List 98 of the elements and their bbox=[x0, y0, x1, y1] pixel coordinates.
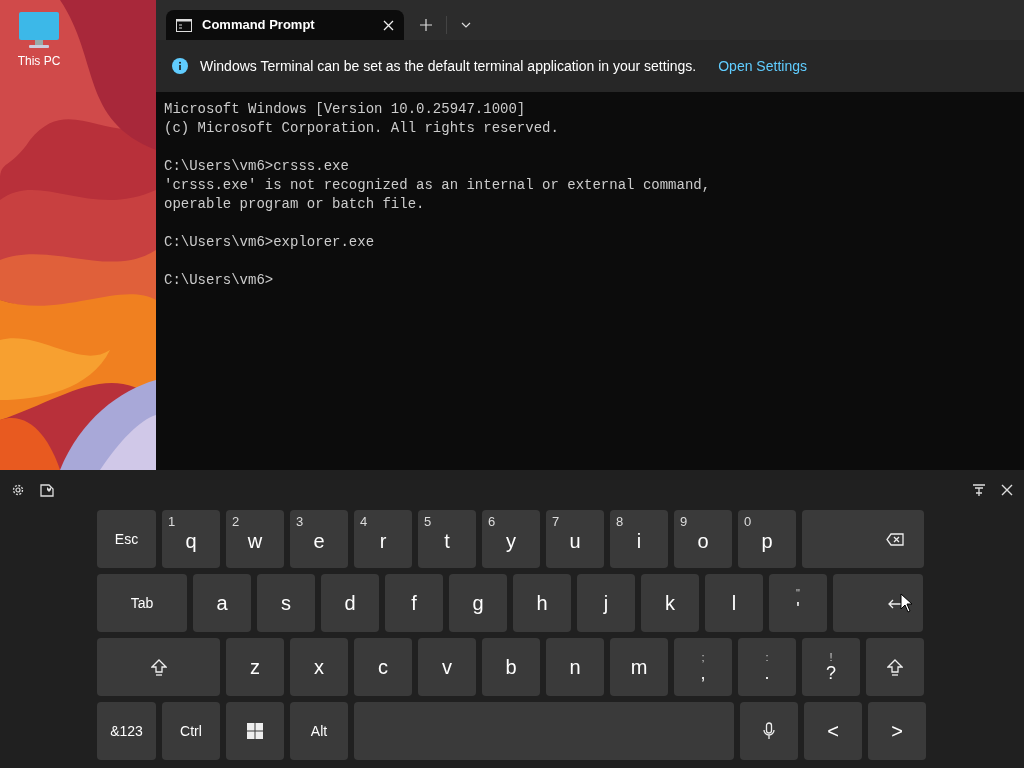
shift-icon bbox=[150, 658, 167, 676]
key-label: o bbox=[697, 529, 709, 554]
key-label: i bbox=[636, 529, 642, 554]
key[interactable]: 4 r bbox=[354, 510, 412, 568]
key[interactable]: 0 p bbox=[738, 510, 796, 568]
key[interactable]: 9 o bbox=[674, 510, 732, 568]
key[interactable]: 2 w bbox=[226, 510, 284, 568]
dropdown-icon[interactable] bbox=[461, 22, 471, 28]
key[interactable]: 7 u bbox=[546, 510, 604, 568]
key[interactable]: k bbox=[641, 574, 699, 632]
close-icon[interactable] bbox=[1001, 484, 1013, 496]
key[interactable]: a bbox=[193, 574, 251, 632]
key-hint: " bbox=[796, 587, 800, 599]
key[interactable]: z bbox=[226, 638, 284, 696]
key[interactable]: 1 q bbox=[162, 510, 220, 568]
key-label: u bbox=[569, 529, 581, 554]
key-hint: 8 bbox=[616, 513, 624, 531]
key[interactable]: &123 bbox=[97, 702, 156, 760]
key[interactable]: n bbox=[546, 638, 604, 696]
console-line: (c) Microsoft Corporation. All rights reserved. bbox=[164, 119, 559, 138]
add-tab-icon[interactable] bbox=[420, 19, 432, 31]
key-hint: 3 bbox=[296, 513, 304, 531]
key[interactable]: Ctrl bbox=[162, 702, 220, 760]
key-hint: 7 bbox=[552, 513, 560, 531]
key[interactable]: 5 t bbox=[418, 510, 476, 568]
key[interactable]: ; , bbox=[674, 638, 732, 696]
microphone-icon bbox=[763, 722, 775, 740]
console-line: Microsoft Windows [Version 10.0.25947.1000] bbox=[164, 100, 526, 119]
console-line: C:\Users\vm6> bbox=[164, 271, 274, 290]
shift-key[interactable] bbox=[866, 638, 924, 696]
terminal-tab[interactable]: Command Prompt bbox=[166, 10, 404, 40]
key[interactable]: Alt bbox=[290, 702, 348, 760]
key-label: ' bbox=[796, 599, 800, 619]
console-line: 'crsss.exe' is not recognized as an internal or external command, bbox=[164, 176, 711, 195]
key-hint: 1 bbox=[168, 513, 176, 531]
settings-icon[interactable] bbox=[11, 483, 25, 497]
key[interactable]: l bbox=[705, 574, 763, 632]
sticker-icon[interactable] bbox=[40, 483, 54, 497]
windows-logo-icon bbox=[247, 723, 263, 739]
windows-key[interactable] bbox=[226, 702, 284, 760]
dock-icon[interactable] bbox=[972, 483, 986, 497]
key[interactable]: x bbox=[290, 638, 348, 696]
key-label: , bbox=[700, 663, 706, 683]
key[interactable]: " ' bbox=[769, 574, 827, 632]
key-hint: ; bbox=[701, 651, 705, 663]
enter-icon bbox=[887, 597, 903, 609]
key[interactable]: : . bbox=[738, 638, 796, 696]
key-label: ? bbox=[826, 663, 836, 683]
key-hint: 0 bbox=[744, 513, 752, 531]
key[interactable]: Esc bbox=[97, 510, 156, 568]
mouse-pointer-icon bbox=[900, 593, 913, 613]
key-label: r bbox=[379, 529, 387, 554]
close-icon[interactable] bbox=[383, 19, 394, 31]
key[interactable]: f bbox=[385, 574, 443, 632]
console-icon bbox=[176, 18, 192, 32]
key[interactable]: 8 i bbox=[610, 510, 668, 568]
key-hint: ! bbox=[829, 651, 833, 663]
console-line: C:\Users\vm6>crsss.exe bbox=[164, 157, 349, 176]
info-icon bbox=[172, 58, 188, 74]
key-label: p bbox=[761, 529, 773, 554]
key[interactable]: j bbox=[577, 574, 635, 632]
key[interactable]: < bbox=[804, 702, 862, 760]
open-settings-link[interactable]: Open Settings bbox=[718, 55, 807, 77]
key[interactable]: 6 y bbox=[482, 510, 540, 568]
mic-key[interactable] bbox=[740, 702, 798, 760]
key[interactable]: Tab bbox=[97, 574, 187, 632]
info-message: Windows Terminal can be set as the default terminal application in your settings. bbox=[200, 56, 697, 76]
key-label: . bbox=[764, 663, 770, 683]
shift-icon bbox=[887, 658, 903, 676]
console-line: operable program or batch file. bbox=[164, 195, 425, 214]
key[interactable]: b bbox=[482, 638, 540, 696]
tab-title: Command Prompt bbox=[202, 16, 316, 35]
console-line: C:\Users\vm6>explorer.exe bbox=[164, 233, 375, 252]
key-hint: 4 bbox=[360, 513, 368, 531]
key[interactable]: v bbox=[418, 638, 476, 696]
key-hint: 5 bbox=[424, 513, 432, 531]
enter-key[interactable] bbox=[833, 574, 923, 632]
key[interactable]: s bbox=[257, 574, 315, 632]
key[interactable]: > bbox=[868, 702, 926, 760]
key-hint: 6 bbox=[488, 513, 496, 531]
key[interactable]: h bbox=[513, 574, 571, 632]
key-label: y bbox=[506, 529, 516, 554]
key-hint: 2 bbox=[232, 513, 240, 531]
key[interactable]: ! ? bbox=[802, 638, 860, 696]
key-label: w bbox=[247, 529, 263, 554]
monitor-icon[interactable] bbox=[17, 10, 61, 50]
key-hint: : bbox=[765, 651, 769, 663]
key-label: q bbox=[185, 529, 197, 554]
key-label: t bbox=[444, 529, 450, 554]
key[interactable]: d bbox=[321, 574, 379, 632]
key[interactable]: m bbox=[610, 638, 668, 696]
key[interactable]: 3 e bbox=[290, 510, 348, 568]
key[interactable]: c bbox=[354, 638, 412, 696]
backspace-icon bbox=[886, 532, 904, 546]
key[interactable]: g bbox=[449, 574, 507, 632]
desktop-icon-label[interactable]: This PC bbox=[17, 52, 61, 70]
key-hint: 9 bbox=[680, 513, 688, 531]
key-label: e bbox=[313, 529, 325, 554]
